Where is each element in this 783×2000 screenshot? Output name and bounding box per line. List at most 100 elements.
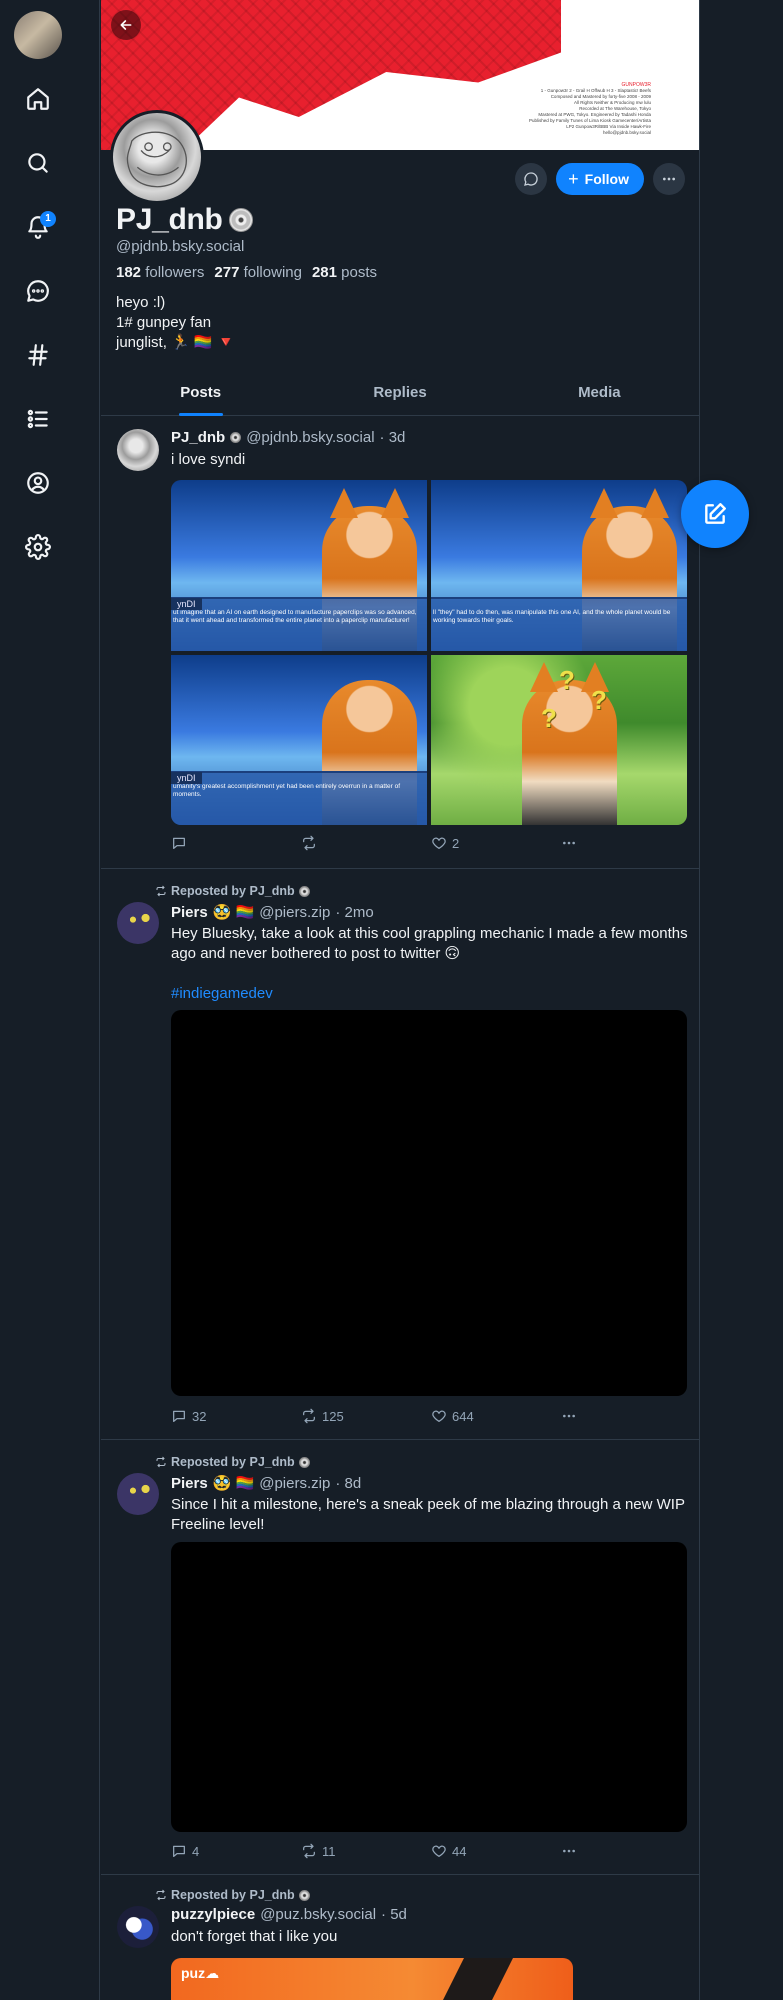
banner-credits-text: GUNPOW3R 1 - Gunpow3r 2 - Grail H Offwub… — [528, 82, 651, 135]
hashtag-link[interactable]: #indiegamedev — [171, 984, 691, 1004]
post-text: Hey Bluesky, take a look at this cool gr… — [171, 924, 691, 1004]
more-options-button[interactable] — [653, 163, 685, 195]
post-author-name[interactable]: puzzylpiece — [171, 1906, 255, 1923]
cd-emoji-icon — [298, 1889, 310, 1901]
post-author-handle[interactable]: @piers.zip — [259, 904, 330, 921]
post-text: don't forget that i like you — [171, 1928, 338, 1945]
reply-bubble-icon — [173, 1845, 185, 1857]
profile-display-name: PJ_dnb — [116, 203, 253, 237]
feed-post[interactable]: Reposted by PJ_dnb puzzylpiece @puz.bsky… — [101, 1876, 699, 2000]
repost-icon — [156, 885, 166, 897]
post-timestamp[interactable]: · 8d — [335, 1475, 361, 1492]
home-icon[interactable] — [18, 79, 58, 119]
post-image[interactable]: ynDI ut imagine that an AI on earth desig… — [171, 480, 427, 651]
author-emoji: 🥸 🏳️‍🌈 — [212, 1475, 255, 1492]
post-author-name[interactable]: Piers — [171, 904, 208, 921]
post-author-handle[interactable]: @pjdnb.bsky.social — [246, 429, 374, 446]
game-nametag: ynDI — [171, 597, 202, 610]
profile-icon[interactable] — [18, 463, 58, 503]
post-author-avatar[interactable] — [117, 902, 159, 944]
post-text: Since I hit a milestone, here's a sneak … — [171, 1496, 685, 1533]
profile-handle: @pjdnb.bsky.social — [116, 238, 245, 255]
post-image[interactable]: ynDI umanity's greatest accomplishment ye… — [171, 654, 427, 825]
post-image[interactable]: puz☁ — [171, 1958, 573, 2000]
like-button[interactable]: 44 — [431, 1843, 561, 1859]
tab-replies[interactable]: Replies — [300, 370, 499, 415]
tab-posts[interactable]: Posts — [101, 370, 300, 416]
post-actions: 32 125 644 — [171, 1408, 577, 1424]
like-button[interactable]: 644 — [431, 1408, 561, 1424]
profile-tabs: Posts Replies Media — [101, 370, 699, 416]
post-timestamp[interactable]: · 3d — [380, 429, 406, 446]
following-link[interactable]: 277 following — [214, 264, 302, 281]
repost-button[interactable] — [301, 835, 431, 851]
post-text: i love syndi — [171, 451, 246, 468]
heart-icon — [432, 1845, 446, 1857]
repost-icon — [303, 835, 315, 851]
reply-button[interactable]: 32 — [171, 1408, 301, 1424]
repost-button[interactable]: 11 — [301, 1843, 431, 1859]
like-count: 2 — [452, 835, 460, 851]
feed-post[interactable]: Reposted by PJ_dnb Piers 🥸 🏳️‍🌈 @piers.z… — [101, 870, 699, 1440]
post-author-avatar[interactable] — [117, 1906, 159, 1948]
like-count: 44 — [452, 1843, 467, 1859]
post-image-grid: ynDI ut imagine that an AI on earth desig… — [171, 480, 687, 825]
notifications-bell-icon[interactable]: 1 — [18, 207, 58, 247]
list-icon[interactable] — [18, 399, 58, 439]
bio-line: heyo :l) — [116, 294, 166, 311]
chat-icon[interactable] — [18, 271, 58, 311]
search-icon[interactable] — [18, 143, 58, 183]
post-timestamp[interactable]: · 5d — [381, 1906, 407, 1923]
message-button[interactable] — [515, 163, 548, 195]
feed-post[interactable]: PJ_dnb @pjdnb.bsky.social · 3d i love sy… — [101, 417, 699, 869]
post-author-handle[interactable]: @puz.bsky.social — [260, 1906, 376, 1923]
reply-button[interactable] — [171, 835, 301, 851]
reposted-by-line[interactable]: Reposted by PJ_dnb — [155, 884, 310, 898]
like-button[interactable]: 2 — [431, 835, 561, 851]
settings-gear-icon[interactable] — [18, 527, 58, 567]
cd-emoji-icon — [298, 885, 310, 897]
followers-link[interactable]: 182 followers — [116, 264, 204, 281]
plus-icon: + — [568, 169, 579, 189]
post-more-button[interactable] — [561, 1843, 577, 1859]
profile-actions: + Follow — [515, 163, 685, 195]
tab-media[interactable]: Media — [500, 370, 699, 415]
post-author-name[interactable]: PJ_dnb — [171, 429, 225, 446]
compose-pencil-icon — [705, 503, 726, 524]
post-image[interactable]: ? ? ? — [431, 654, 687, 825]
post-video[interactable] — [171, 1542, 687, 1832]
image-caption-text: ut imagine that an AI on earth designed … — [173, 608, 417, 624]
cd-emoji-icon — [298, 1456, 310, 1468]
post-more-button[interactable] — [561, 1408, 577, 1424]
reply-button[interactable]: 4 — [171, 1843, 301, 1859]
post-author-name[interactable]: Piers — [171, 1475, 208, 1492]
author-emoji: 🥸 🏳️‍🌈 — [212, 904, 255, 921]
repost-button[interactable]: 125 — [301, 1408, 431, 1424]
cd-emoji-icon — [230, 432, 242, 443]
back-arrow-icon[interactable] — [111, 10, 141, 40]
repost-count: 125 — [322, 1408, 344, 1424]
post-author-avatar[interactable] — [117, 429, 159, 471]
reply-bubble-icon — [173, 837, 185, 849]
post-timestamp[interactable]: · 2mo — [335, 904, 373, 921]
left-nav: 1 — [0, 0, 76, 2000]
profile-avatar[interactable] — [110, 110, 204, 204]
post-video[interactable] — [171, 1010, 687, 1396]
like-count: 644 — [452, 1408, 474, 1424]
feed-post[interactable]: Reposted by PJ_dnb Piers 🥸 🏳️‍🌈 @piers.z… — [101, 1441, 699, 1875]
notification-badge: 1 — [40, 211, 56, 227]
compose-post-button[interactable] — [681, 480, 749, 548]
post-image[interactable]: ll "they" had to do then, was manipulate… — [431, 480, 687, 651]
hashtag-icon[interactable] — [18, 335, 58, 375]
follow-button[interactable]: + Follow — [556, 163, 644, 195]
ellipsis-icon — [663, 177, 675, 181]
post-author-handle[interactable]: @piers.zip — [259, 1475, 330, 1492]
reply-count: 32 — [192, 1408, 207, 1424]
reposted-by-line[interactable]: Reposted by PJ_dnb — [155, 1888, 310, 1902]
current-user-avatar[interactable] — [14, 11, 62, 59]
post-author-avatar[interactable] — [117, 1473, 159, 1515]
post-more-button[interactable] — [561, 835, 577, 851]
reposted-by-line[interactable]: Reposted by PJ_dnb — [155, 1455, 310, 1469]
profile-feed-column: GUNPOW3R 1 - Gunpow3r 2 - Grail H Offwub… — [99, 0, 700, 2000]
repost-icon — [303, 1843, 315, 1859]
